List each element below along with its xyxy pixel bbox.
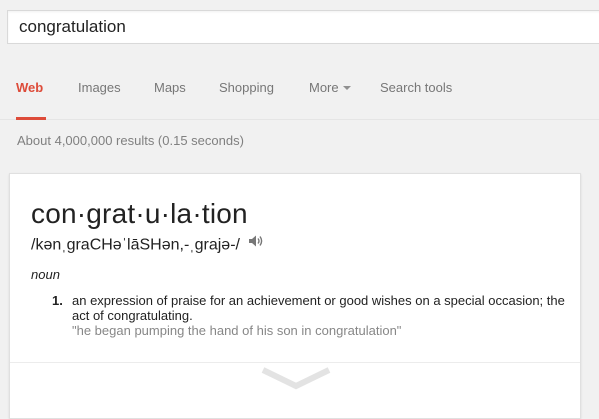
phonetic-text: /kənˌgraCHəˈlāSHən,-ˌgrajə-/ <box>31 236 240 254</box>
tab-web[interactable]: Web <box>16 60 46 120</box>
sense-number: 1. <box>52 293 63 308</box>
tab-images[interactable]: Images <box>78 60 121 120</box>
search-tabs: Web Images Maps Shopping More Search too… <box>0 60 599 120</box>
search-results-page: Web Images Maps Shopping More Search too… <box>0 0 599 419</box>
definition-word: con·grat·u·la·tion <box>31 198 248 229</box>
tab-search-tools[interactable]: Search tools <box>380 60 452 120</box>
usage-example: "he began pumping the hand of his son in… <box>72 323 402 338</box>
caret-down-icon <box>342 85 351 90</box>
tab-more[interactable]: More <box>309 60 351 120</box>
tab-shopping[interactable]: Shopping <box>219 60 274 120</box>
phonetic-row: /kənˌgraCHəˈlāSHən,-ˌgrajə-/ <box>31 234 264 255</box>
chevron-down-icon[interactable] <box>261 366 331 390</box>
search-input[interactable] <box>7 10 599 44</box>
tab-maps[interactable]: Maps <box>154 60 186 120</box>
result-stats: About 4,000,000 results (0.15 seconds) <box>17 133 244 148</box>
definition-card: con·grat·u·la·tion /kənˌgraCHəˈlāSHən,-ˌ… <box>9 173 581 419</box>
speaker-icon[interactable] <box>248 234 264 253</box>
part-of-speech: noun <box>31 267 60 282</box>
tab-more-label: More <box>309 80 339 95</box>
sense-text: an expression of praise for an achieveme… <box>72 293 565 323</box>
card-divider <box>10 362 580 363</box>
search-header <box>0 0 599 60</box>
